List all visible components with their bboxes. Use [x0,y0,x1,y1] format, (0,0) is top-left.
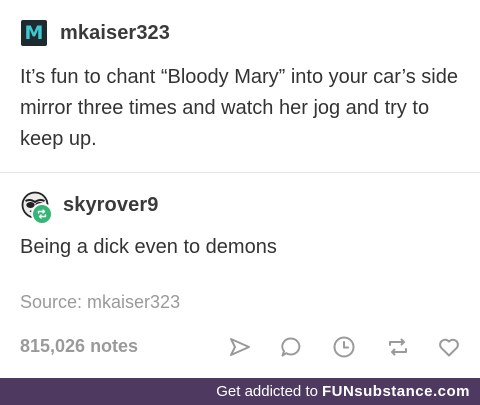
watermark-footer: Get addicted to FUNsubstance.com [0,378,480,405]
like-button[interactable] [435,333,463,361]
avatar[interactable]: M [21,20,47,46]
reblog-icon [389,338,407,356]
queue-button[interactable] [330,333,358,361]
reblog-button[interactable] [384,333,412,361]
share-button[interactable] [226,333,254,361]
reblogger-username[interactable]: skyrover9 [63,194,158,217]
reply-icon [281,337,301,357]
tumblr-post: M mkaiser323 It’s fun to chant “Bloody M… [0,0,480,378]
footer-brand[interactable]: FUNsubstance.com [322,383,470,400]
original-post-text: It’s fun to chant “Bloody Mary” into you… [20,66,458,150]
reblog-header: skyrover9 [21,191,158,225]
reblogger-avatar[interactable] [21,191,53,225]
heart-icon [439,338,459,357]
original-post-header: M mkaiser323 [21,20,170,46]
reply-button[interactable] [277,333,305,361]
original-username[interactable]: mkaiser323 [60,22,170,45]
share-icon [230,338,250,356]
clock-icon [333,336,355,358]
reblog-badge-icon [31,203,53,225]
notes-count[interactable]: 815,026 notes [20,336,138,357]
divider [0,172,480,173]
avatar-letter: M [24,22,44,44]
reblog-text: Being a dick even to demons [20,236,277,258]
post-source[interactable]: Source: mkaiser323 [20,292,180,313]
footer-text: Get addicted to [216,383,318,400]
